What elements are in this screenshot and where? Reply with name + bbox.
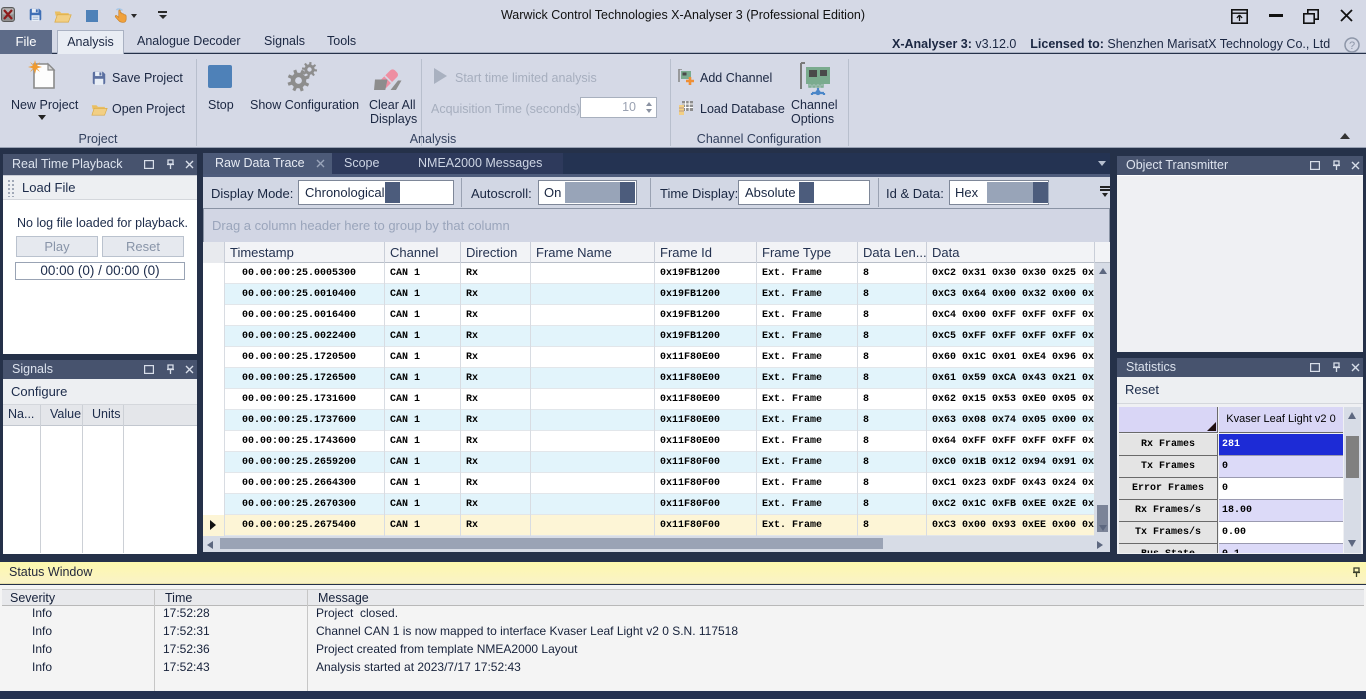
svg-text:?: ? [1349, 40, 1355, 52]
